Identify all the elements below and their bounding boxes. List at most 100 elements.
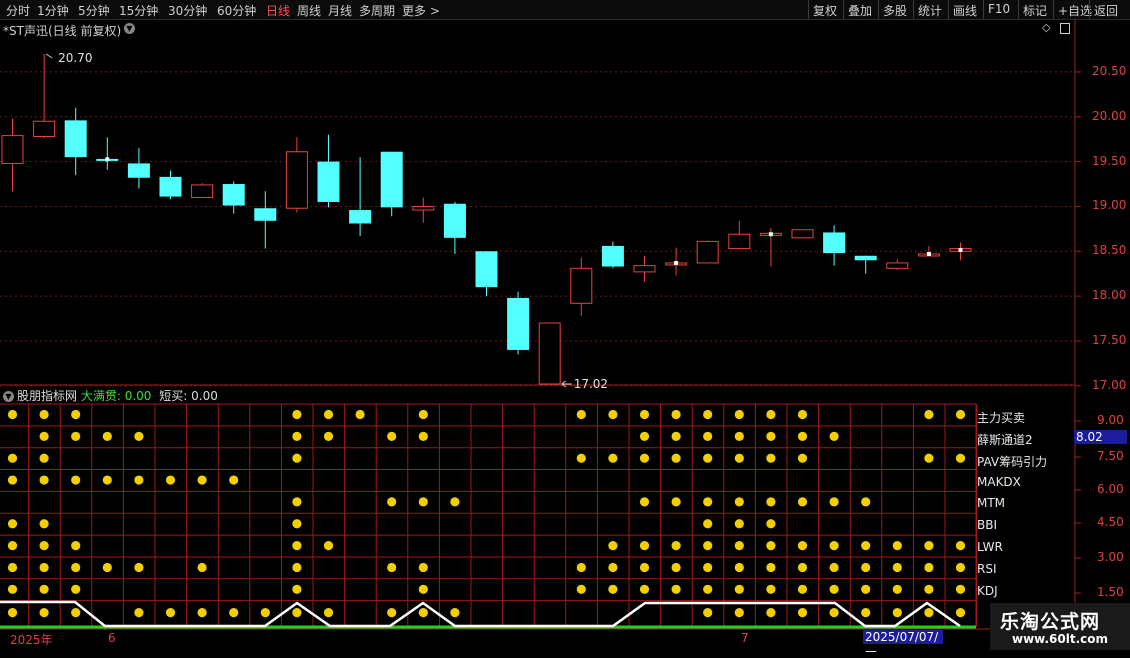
signal-dot <box>387 431 397 441</box>
signal-dot <box>387 497 397 507</box>
toolbar-button[interactable]: 统计 <box>918 2 942 19</box>
signal-dot <box>797 584 808 594</box>
period-tab[interactable]: 更多 > <box>402 2 440 19</box>
signal-dot <box>829 497 839 507</box>
indicator-axis-tick: 9.00 <box>1097 413 1124 427</box>
signal-dot <box>734 453 744 463</box>
signal-dot <box>71 409 81 420</box>
signal-dot <box>892 562 902 573</box>
doji-marker <box>105 157 110 162</box>
toolbar-divider <box>1018 0 1019 19</box>
candle-body <box>633 265 656 273</box>
indicator-row-label: RSI <box>977 561 997 576</box>
signal-dot <box>892 608 902 618</box>
signal-dot <box>639 497 650 507</box>
price-axis-tick: 19.50 <box>1092 153 1127 168</box>
period-tab[interactable]: 5分钟 <box>78 2 110 19</box>
signal-dot <box>7 584 18 594</box>
cursor-date: 2025/07/07/— <box>863 630 943 658</box>
period-tab[interactable]: 周线 <box>297 2 321 19</box>
chart-area[interactable]: 20.70 17.02 <box>0 19 1130 630</box>
indicator-header: ▼ 股朋指标网 大满贯: 0.00 短买: 0.00 <box>3 387 218 404</box>
signal-dot <box>71 584 81 594</box>
toolbar-button[interactable]: 返回 <box>1094 2 1118 19</box>
signal-dot <box>608 453 618 463</box>
indicator-axis-tick: 7.50 <box>1097 449 1124 463</box>
price-axis-tick: 18.00 <box>1092 288 1127 303</box>
signal-dot <box>924 584 934 594</box>
signal-dot <box>323 541 334 551</box>
signal-dot <box>39 453 49 463</box>
signal-dot <box>292 608 302 618</box>
signal-dot <box>71 431 81 441</box>
signal-dot <box>71 562 81 573</box>
signal-dot <box>703 453 713 463</box>
signal-dot <box>71 608 81 618</box>
toolbar-button[interactable]: F10 <box>988 2 1010 16</box>
toolbar-button[interactable]: 画线 <box>953 2 977 19</box>
period-tab[interactable]: 分时 <box>6 2 30 19</box>
period-tab[interactable]: 1分钟 <box>37 2 69 19</box>
candle-body <box>791 229 814 239</box>
candle-body <box>886 262 909 269</box>
indicator-axis-tick: 6.00 <box>1097 482 1124 496</box>
high-pointer <box>45 53 53 59</box>
signal-dot <box>229 608 239 618</box>
period-tab[interactable]: 30分钟 <box>168 2 207 19</box>
signal-dot <box>766 409 776 420</box>
signal-dot <box>671 409 681 420</box>
candle-body <box>285 151 308 209</box>
signal-dot <box>639 409 650 420</box>
period-tab[interactable]: 月线 <box>328 2 352 19</box>
period-toolbar: 分时 1分钟 5分钟 15分钟 30分钟 60分钟 日线 周线 月线 多周期 更多 > 复权 叠加 多股统… <box>0 0 1130 20</box>
signal-dot <box>955 541 966 551</box>
candle-body <box>696 240 719 264</box>
signal-dot <box>797 497 808 507</box>
signal-dot <box>71 475 81 485</box>
indicator-row-label: PAV筹码引力 <box>977 454 1048 469</box>
candle-body <box>254 208 277 221</box>
indicator-axis-tick: 3.00 <box>1097 550 1124 564</box>
signal-dot <box>165 475 176 485</box>
signal-dot <box>260 608 270 618</box>
toolbar-divider <box>948 0 949 19</box>
toolbar-button[interactable]: 标记 <box>1023 2 1047 19</box>
signal-dot <box>292 453 302 463</box>
indicator-row-label: 薛斯通道2 <box>977 432 1033 447</box>
signal-dot <box>829 562 839 573</box>
doji-marker <box>768 232 773 237</box>
chevron-down-icon[interactable]: ▼ <box>3 391 14 402</box>
period-tab[interactable]: 15分钟 <box>119 2 158 19</box>
indicator-row-label: KDJ <box>977 583 998 598</box>
signal-dot <box>7 608 18 618</box>
signal-dot <box>134 431 144 441</box>
indicator-axis-tick: 4.50 <box>1097 515 1124 529</box>
toolbar-button[interactable]: 复权 <box>813 2 837 19</box>
signal-dot <box>197 608 207 618</box>
period-tab[interactable]: 60分钟 <box>217 2 256 19</box>
signal-dot <box>861 541 871 551</box>
signal-dot <box>861 497 871 507</box>
toolbar-button[interactable]: 叠加 <box>848 2 872 19</box>
signal-dot <box>924 409 934 420</box>
signal-dot <box>292 409 302 420</box>
toolbar-button[interactable]: +自选 <box>1058 2 1092 19</box>
signal-dot <box>608 409 618 420</box>
indicator-row-label: 主力买卖 <box>977 411 1026 425</box>
signal-dot <box>292 541 302 551</box>
candle-body <box>222 184 245 206</box>
candle-body <box>854 255 877 261</box>
signal-dot <box>71 541 81 551</box>
toolbar-button[interactable]: 多股 <box>883 2 907 19</box>
signal-dot <box>955 584 966 594</box>
period-tab[interactable]: 多周期 <box>359 2 395 19</box>
candle-body <box>443 203 466 238</box>
period-tab[interactable]: 日线 <box>266 2 290 19</box>
signal-dot <box>734 584 744 594</box>
signal-dot <box>703 519 713 529</box>
candle-body <box>570 267 593 304</box>
signal-dot <box>323 409 334 420</box>
signal-dot <box>387 608 397 618</box>
toolbar-divider <box>913 0 914 19</box>
date-axis <box>0 630 1130 650</box>
